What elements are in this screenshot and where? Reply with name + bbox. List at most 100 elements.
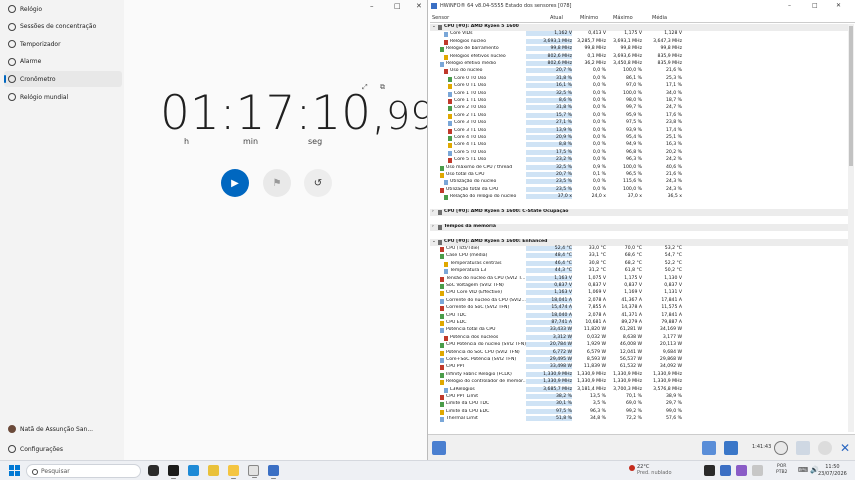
widgets-icon[interactable]: [148, 465, 159, 476]
start-button[interactable]: [9, 465, 20, 476]
sidebar-item-1[interactable]: Sessões de concentração: [4, 19, 122, 35]
close-button[interactable]: ✕: [836, 2, 841, 9]
edge-icon[interactable]: [188, 465, 199, 476]
table-row[interactable]: SoC Voltagem (SVI2 TFN) 0,837 V 0,837 V 0,8…: [430, 283, 854, 290]
table-row[interactable]: Core 4 T1 Uso 8,8 % 0,0 % 94,9 % 16,3 %: [430, 142, 854, 149]
table-row[interactable]: Case CPU (média) 48,4 °C 33,1 °C 68,6 °C 54,…: [430, 253, 854, 260]
table-row[interactable]: Potência total da CPU 33,433 W 11,820 W 61,…: [430, 327, 854, 334]
table-row[interactable]: Uso total da CPU 20,7 % 0,1 % 96,5 % 21,6 %: [430, 172, 854, 179]
table-row[interactable]: CPU PPT Limit 38,2 % 13,5 % 70,1 % 38,9 %: [430, 394, 854, 401]
table-row[interactable]: CPU (Tctl/Tdie) 52,4 °C 33,0 °C 70,0 °C 53,2…: [430, 246, 854, 253]
tray-hwinfo-icon[interactable]: [720, 465, 731, 476]
lap-button[interactable]: ⚑: [263, 169, 291, 197]
table-row[interactable]: Relógios núcleo 3,693,1 MHz 3,285,7 MHz 3,6…: [430, 38, 854, 46]
table-row[interactable]: CPU EDC 87,741 A 10,681 A 89,279 A 79,887 A: [430, 320, 854, 327]
sidebar-item-3[interactable]: Alarme: [4, 54, 122, 70]
table-row[interactable]: Uso máximo de CPU / thread 32,5 % 0,9 % 100…: [430, 164, 854, 172]
table-row[interactable]: Uso do núcleo 20,7 % 0,0 % 100,0 % 21,6 %: [430, 68, 854, 75]
table-row[interactable]: Core 5 T0 Uso 17,5 % 0,0 % 96,8 % 20,2 %: [430, 149, 854, 157]
table-row[interactable]: Core 2 T0 Uso 31,8 % 0,0 % 99,7 % 24,7 %: [430, 105, 854, 112]
table-row[interactable]: Core 2 T1 Uso 15,7 % 0,0 % 95,9 % 17,6 %: [430, 112, 854, 120]
table-row[interactable]: CPU Potência do núcleo (SVI2 TFN) 20,784 …: [430, 342, 854, 349]
table-row[interactable]: Core 3 T1 Uso 13,9 % 0,0 % 93,9 % 17,4 %: [430, 127, 854, 135]
sidebar-item-0[interactable]: Relógio: [4, 1, 122, 17]
table-row[interactable]: Potência dos núcleos 3,312 W 0,032 W 8,638 …: [430, 334, 854, 342]
table-row[interactable]: Temperaturas centrais 46,4 °C 30,8 °C 68,2 …: [430, 260, 854, 268]
network-icon[interactable]: [702, 441, 716, 455]
minimize-button[interactable]: –: [788, 2, 791, 9]
chevron-down-icon[interactable]: ⌄: [432, 239, 436, 244]
sticky-notes-icon[interactable]: [228, 465, 239, 479]
column-current[interactable]: Atual: [550, 15, 563, 21]
table-row[interactable]: Core VIDs 1,162 V 0,413 V 1,175 V 1,128 V: [430, 31, 854, 38]
table-row[interactable]: Core 1 T1 Uso 8,6 % 0,0 % 98,0 % 18,7 %: [430, 98, 854, 105]
search-box[interactable]: Pesquisar: [26, 464, 141, 478]
play-button[interactable]: ▶: [221, 169, 249, 197]
table-row[interactable]: CPU TDC 18,040 A 2,078 A 41,371 A 17,841 A: [430, 312, 854, 320]
chevron-up-icon[interactable]: [752, 465, 763, 476]
tray-app-icon[interactable]: [704, 465, 715, 476]
network-volume-icon[interactable]: ⌨ 🔊: [798, 466, 819, 474]
sidebar-item-2[interactable]: Temporizador: [4, 36, 122, 52]
table-row[interactable]: L3Relógios 3,685,7 MHz 3,181,4 MHz 3,700,3 …: [430, 386, 854, 394]
sensor-group-header[interactable]: › Tempos da memória: [430, 223, 854, 232]
table-row[interactable]: CPU PPT 33,498 W 11,839 W 61,532 W 34,092 W: [430, 364, 854, 371]
column-sensor[interactable]: Sensor: [432, 15, 449, 21]
table-row[interactable]: Relógio do controlador de memór... 1,330,…: [430, 379, 854, 386]
table-row[interactable]: Corrente do núcleo da CPU (SVI2... 18,041…: [430, 297, 854, 305]
table-row[interactable]: Relógio de barramento 99,8 MHz 99,8 MHz 99,…: [430, 46, 854, 53]
chevron-right-icon[interactable]: ›: [432, 209, 434, 214]
table-row[interactable]: Core 0 T1 Uso 16,1 % 0,0 % 97,0 % 17,1 %: [430, 83, 854, 90]
table-row[interactable]: Potência do SoC CPU (SVI2 TFN) 6,772 W 6,5…: [430, 349, 854, 357]
table-row[interactable]: Core 1 T0 Uso 32,5 % 0,0 % 100,0 % 34,0 %: [430, 90, 854, 98]
clock-icon[interactable]: [774, 441, 788, 455]
column-avg[interactable]: Média: [652, 15, 667, 21]
table-row[interactable]: Corrente do SoC (SVI2 TFN) 15,474 A 7,855 …: [430, 305, 854, 312]
table-row[interactable]: Utilização total da CPU 23,5 % 0,0 % 100,0 …: [430, 186, 854, 194]
system-clock[interactable]: 11:50 23/07/2026: [818, 464, 847, 478]
weather-widget[interactable]: 22°C Pred. nublado: [629, 464, 672, 476]
table-row[interactable]: Relação do relógio do núcleo 37,0 x 24,0 x…: [430, 194, 854, 201]
sidebar-item-4[interactable]: Cronômetro: [4, 71, 122, 88]
table-row[interactable]: Thermal Limit 51,8 % 34,8 % 72,2 % 57,6 %: [430, 416, 854, 423]
table-row[interactable]: Core 4 T0 Uso 20,9 % 0,0 % 95,4 % 25,1 %: [430, 135, 854, 142]
minimize-button[interactable]: –: [370, 2, 374, 10]
table-row[interactable]: CPU Core VID (Effective) 1,163 V 1,069 V 1,…: [430, 290, 854, 297]
user-account-button[interactable]: Natã de Assunção San...: [4, 421, 122, 437]
scrollbar[interactable]: [848, 24, 854, 432]
table-row[interactable]: Limite da CPU EDC 97,5 % 96,3 % 99,2 % 99,0 …: [430, 408, 854, 416]
hwinfo-taskbar-icon[interactable]: [268, 465, 279, 479]
gear-icon[interactable]: [818, 441, 832, 455]
sensor-group-header[interactable]: › CPU [#0]: AMD Ryzen 5 1600: C-State Ocu…: [430, 209, 854, 217]
report-icon[interactable]: [724, 441, 738, 455]
table-row[interactable]: Infinity Fabric Relógio (FCLK) 1,330,9 MH…: [430, 371, 854, 379]
table-row[interactable]: Relógios efetivos núcleo 802,6 MHz 0,1 MHz…: [430, 53, 854, 61]
maximize-button[interactable]: □: [394, 2, 401, 10]
chevron-right-icon[interactable]: ›: [432, 224, 434, 229]
maximize-button[interactable]: □: [812, 2, 818, 9]
table-row[interactable]: Core 3 T0 Uso 27,1 % 0,0 % 97,5 % 23,8 %: [430, 120, 854, 127]
arrows-icon[interactable]: [432, 441, 446, 455]
file-explorer-icon[interactable]: [208, 465, 219, 476]
table-row[interactable]: Core 5 T1 Uso 23,2 % 0,0 % 96,3 % 24,2 %: [430, 157, 854, 164]
table-row[interactable]: Temperatura L3 44,3 °C 31,2 °C 61,8 °C 50,2 …: [430, 268, 854, 275]
column-max[interactable]: Máximo: [613, 15, 633, 21]
close-icon[interactable]: ✕: [838, 441, 852, 455]
table-row[interactable]: Limite da CPU TDC 30,1 % 3,5 % 69,0 % 29,7 %: [430, 401, 854, 408]
clock-app-icon[interactable]: [248, 465, 259, 478]
table-row[interactable]: Utilização do núcleo 23,5 % 0,0 % 115,6 % 24…: [430, 179, 854, 186]
settings-button[interactable]: Configurações: [4, 441, 122, 457]
settings-icon[interactable]: [796, 441, 810, 455]
table-row[interactable]: Core+SoC Potência (SVI2 TFN) 29,495 W 8,59…: [430, 357, 854, 364]
table-row[interactable]: Core 0 T0 Uso 31,8 % 0,0 % 86,1 % 25,3 %: [430, 75, 854, 83]
chevron-down-icon[interactable]: ⌄: [432, 24, 436, 29]
table-row[interactable]: Relógio efetivo médio 802,6 MHz 36,2 MHz 3,…: [430, 61, 854, 68]
sensor-group-header[interactable]: ⌄ CPU [#0]: AMD Ryzen 5 1600: [430, 24, 854, 32]
capcut-icon[interactable]: [168, 465, 179, 479]
sidebar-item-5[interactable]: Relógio mundial: [4, 89, 122, 105]
column-min[interactable]: Mínimo: [580, 15, 598, 21]
language-indicator[interactable]: POR PTB2: [776, 464, 787, 476]
tray-discord-icon[interactable]: [736, 465, 747, 476]
sensor-group-header[interactable]: ⌄ CPU [#0]: AMD Ryzen 5 1600: Enhanced: [430, 238, 854, 246]
table-row[interactable]: Tensão do núcleo da CPU (SVI2 T... 1,163 …: [430, 275, 854, 283]
